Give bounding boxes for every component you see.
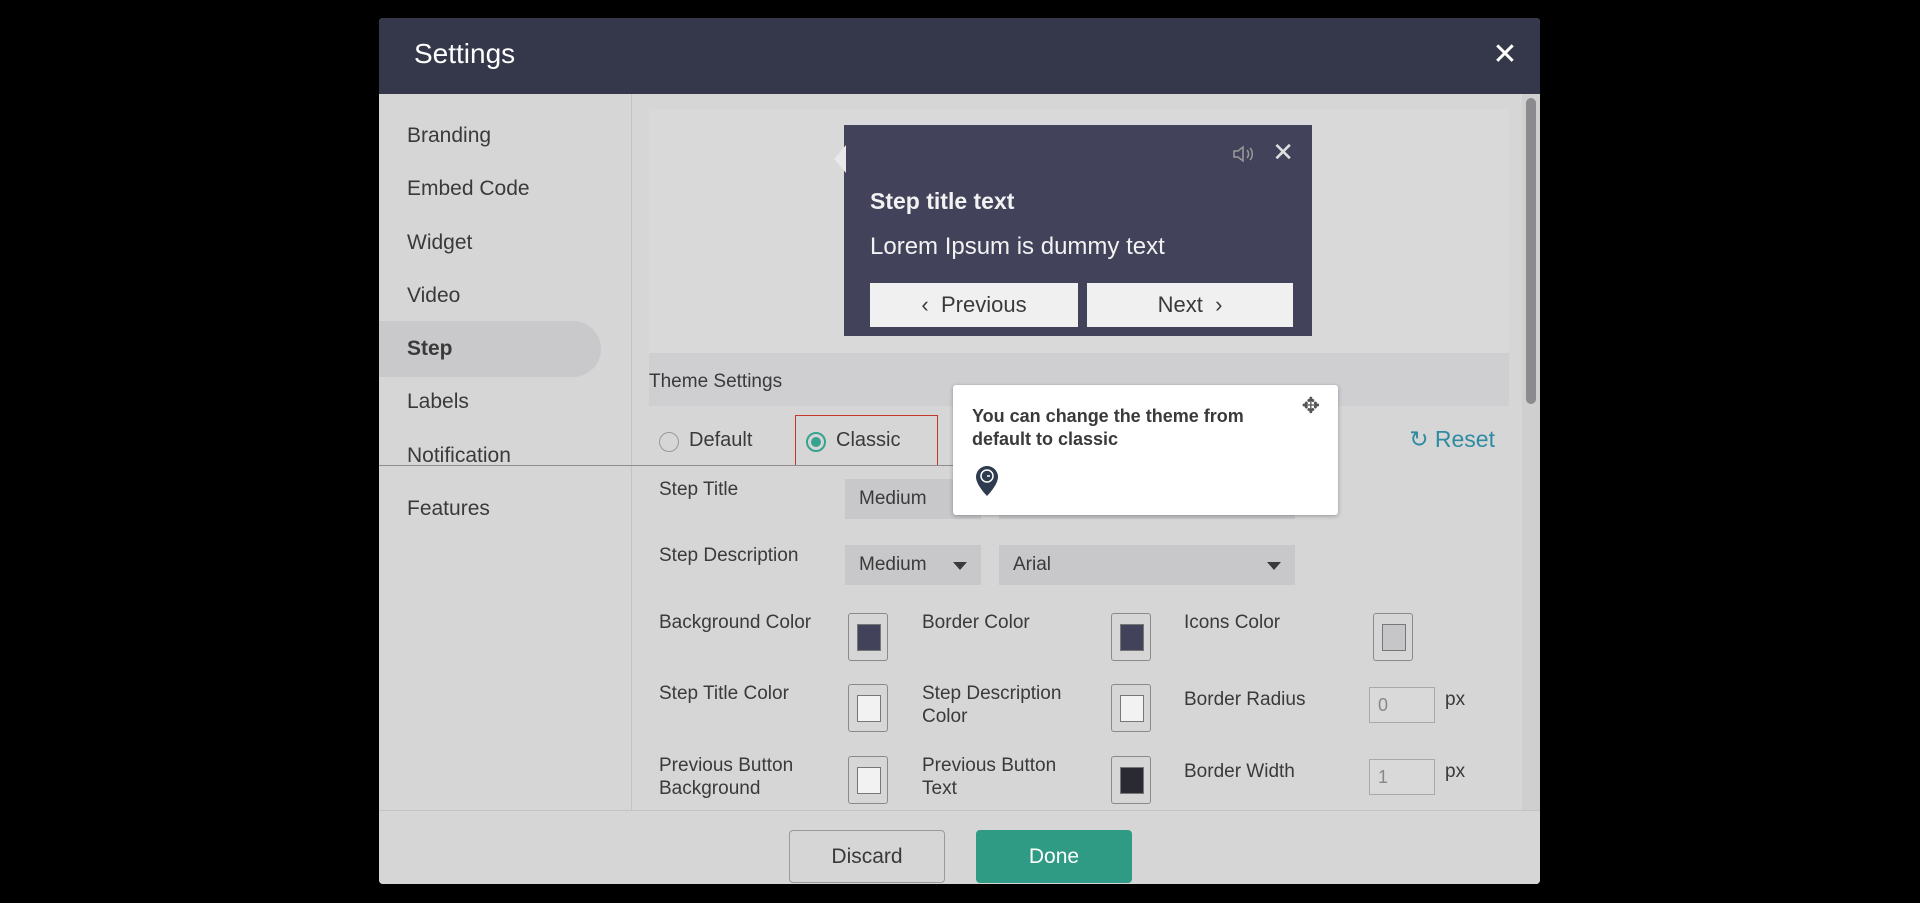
guide-tooltip-text: You can change the theme from default to… xyxy=(972,406,1244,449)
step-description-color-swatch[interactable] xyxy=(1111,684,1151,732)
preview-step-title: Step title text xyxy=(870,188,1015,214)
preview-previous-label: Previous xyxy=(940,292,1027,317)
content-scrollbar[interactable] xyxy=(1522,94,1540,810)
preview-previous-button[interactable]: ‹ Previous xyxy=(870,283,1078,327)
chevron-left-icon: ‹ xyxy=(921,292,929,317)
previous-button-text-label-line1: Previous Button xyxy=(922,755,1057,776)
step-title-label: Step Title xyxy=(659,479,739,500)
default-theme-label[interactable]: Default xyxy=(689,429,752,452)
guide-tooltip: You can change the theme from default to… xyxy=(953,385,1338,515)
step-description-color-label-line1: Step Description xyxy=(922,683,1062,704)
preview-next-label: Next xyxy=(1157,292,1203,317)
border-color-fill xyxy=(1120,624,1144,651)
background-color-fill xyxy=(857,624,881,651)
refresh-icon: ↻ xyxy=(1409,426,1429,452)
step-title-color-swatch[interactable] xyxy=(848,684,888,732)
step-description-size-select[interactable]: Medium xyxy=(845,545,981,585)
icons-color-swatch[interactable] xyxy=(1373,613,1413,661)
sound-icon[interactable] xyxy=(1232,145,1258,163)
preview-step-card: ✕ Step title text Lorem Ipsum is dummy t… xyxy=(834,125,1312,336)
reset-label: Reset xyxy=(1434,426,1495,452)
modal-header: Settings ✕ xyxy=(379,18,1540,94)
border-radius-unit: px xyxy=(1445,689,1466,710)
border-radius-label: Border Radius xyxy=(1184,689,1306,710)
step-description-font-select[interactable]: Arial xyxy=(999,545,1295,585)
sidebar-item-features[interactable]: Features xyxy=(379,481,601,537)
previous-button-text-label-line2: Text xyxy=(922,778,957,799)
preview-pointer-arrow xyxy=(834,145,846,173)
previous-button-background-swatch[interactable] xyxy=(848,756,888,804)
previous-button-background-fill xyxy=(857,767,881,794)
icons-color-label: Icons Color xyxy=(1184,612,1281,633)
chevron-down-icon xyxy=(953,562,967,570)
step-title-color-label: Step Title Color xyxy=(659,683,789,704)
step-title-color-fill xyxy=(857,695,881,722)
settings-sidebar: Branding Embed Code Widget Video Step La… xyxy=(379,94,632,810)
border-color-swatch[interactable] xyxy=(1111,613,1151,661)
border-radius-input[interactable]: 0 xyxy=(1369,687,1435,723)
previous-button-text-fill xyxy=(1120,767,1144,794)
sidebar-item-widget[interactable]: Widget xyxy=(379,215,601,271)
border-width-unit: px xyxy=(1445,761,1466,782)
step-description-size-value: Medium xyxy=(859,554,927,575)
guide-connector-line xyxy=(379,465,1029,466)
reset-button[interactable]: ↻ Reset xyxy=(1409,426,1495,453)
step-description-color-label-line2: Color xyxy=(922,706,968,727)
close-icon[interactable]: ✕ xyxy=(1490,40,1520,70)
previous-button-background-label: Previous Button Background xyxy=(659,754,793,800)
sidebar-item-notification[interactable]: Notification xyxy=(379,428,601,484)
preview-close-icon[interactable]: ✕ xyxy=(1272,139,1294,165)
previous-button-background-label-line2: Background xyxy=(659,778,761,799)
modal-title: Settings xyxy=(414,38,516,69)
chevron-down-icon xyxy=(1267,562,1281,570)
sidebar-item-video[interactable]: Video xyxy=(379,268,601,324)
modal-footer: Discard Done xyxy=(379,810,1540,884)
preview-step-description: Lorem Ipsum is dummy text xyxy=(870,233,1165,260)
border-color-label: Border Color xyxy=(922,612,1030,633)
default-theme-radio[interactable] xyxy=(659,432,679,452)
border-width-input[interactable]: 1 xyxy=(1369,759,1435,795)
step-preview: ✕ Step title text Lorem Ipsum is dummy t… xyxy=(649,109,1509,353)
sidebar-item-embed-code[interactable]: Embed Code xyxy=(379,161,601,217)
location-pin-icon xyxy=(975,465,999,497)
classic-theme-radio[interactable] xyxy=(806,432,826,452)
icons-color-fill xyxy=(1382,624,1406,651)
step-description-color-label: Step Description Color xyxy=(922,682,1061,728)
step-description-font-value: Arial xyxy=(1013,554,1052,575)
background-color-swatch[interactable] xyxy=(848,613,888,661)
background-color-label: Background Color xyxy=(659,612,812,633)
sidebar-item-branding[interactable]: Branding xyxy=(379,108,601,164)
theme-settings-label: Theme Settings xyxy=(649,371,783,392)
done-button[interactable]: Done xyxy=(976,830,1132,883)
step-title-size-value: Medium xyxy=(859,488,927,509)
previous-button-text-swatch[interactable] xyxy=(1111,756,1151,804)
step-description-label: Step Description xyxy=(659,545,799,566)
previous-button-background-label-line1: Previous Button xyxy=(659,755,794,776)
previous-button-text-label: Previous Button Text xyxy=(922,754,1056,800)
move-icon[interactable]: ✥ xyxy=(1302,393,1320,419)
discard-button[interactable]: Discard xyxy=(789,830,945,883)
preview-next-button[interactable]: Next › xyxy=(1087,283,1293,327)
sidebar-item-step[interactable]: Step xyxy=(379,321,601,377)
classic-theme-label[interactable]: Classic xyxy=(836,429,900,452)
sidebar-item-labels[interactable]: Labels xyxy=(379,374,601,430)
scrollbar-thumb[interactable] xyxy=(1526,98,1536,404)
step-description-color-fill xyxy=(1120,695,1144,722)
chevron-right-icon: › xyxy=(1215,292,1223,317)
border-width-label: Border Width xyxy=(1184,761,1295,782)
